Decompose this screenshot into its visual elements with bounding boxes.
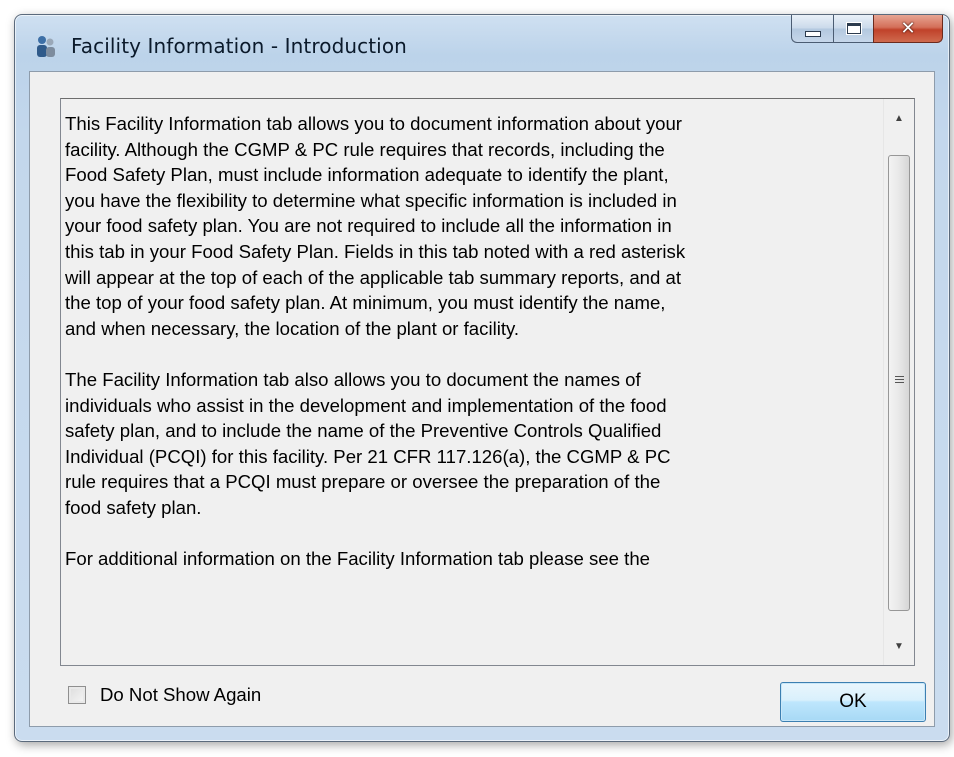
intro-text: This Facility Information tab allows you… — [65, 111, 877, 597]
intro-paragraph-2: The Facility Information tab also allows… — [65, 368, 671, 518]
app-people-icon — [35, 35, 57, 59]
dialog-window: Facility Information - Introduction ✕ Th… — [14, 14, 950, 742]
ok-button[interactable]: OK — [780, 682, 926, 722]
intro-text-box[interactable]: This Facility Information tab allows you… — [60, 98, 915, 666]
maximize-button[interactable] — [833, 15, 873, 43]
window-title: Facility Information - Introduction — [71, 34, 407, 58]
intro-paragraph-1: This Facility Information tab allows you… — [65, 113, 686, 339]
do-not-show-again-label[interactable]: Do Not Show Again — [100, 684, 261, 706]
title-bar[interactable]: Facility Information - Introduction ✕ — [15, 15, 949, 73]
minimize-button[interactable] — [791, 15, 833, 43]
close-icon: ✕ — [900, 17, 916, 39]
intro-paragraph-3: For additional information on the Facili… — [65, 548, 650, 570]
close-button[interactable]: ✕ — [873, 15, 943, 43]
grip-icon — [895, 376, 904, 385]
scroll-thumb[interactable] — [888, 155, 910, 611]
vertical-scrollbar[interactable]: ▲ ▼ — [883, 99, 914, 665]
caption-buttons: ✕ — [791, 15, 943, 45]
scroll-down-arrow-icon: ▼ — [894, 640, 904, 652]
do-not-show-again-row[interactable]: Do Not Show Again — [68, 684, 261, 706]
scroll-up-arrow-icon: ▲ — [894, 112, 904, 124]
maximize-icon — [845, 22, 862, 35]
do-not-show-again-checkbox[interactable] — [68, 686, 86, 704]
minimize-icon — [804, 30, 821, 37]
dialog-client-area: This Facility Information tab allows you… — [29, 71, 935, 727]
scroll-up-button[interactable]: ▲ — [884, 103, 914, 133]
scroll-down-button[interactable]: ▼ — [884, 631, 914, 661]
